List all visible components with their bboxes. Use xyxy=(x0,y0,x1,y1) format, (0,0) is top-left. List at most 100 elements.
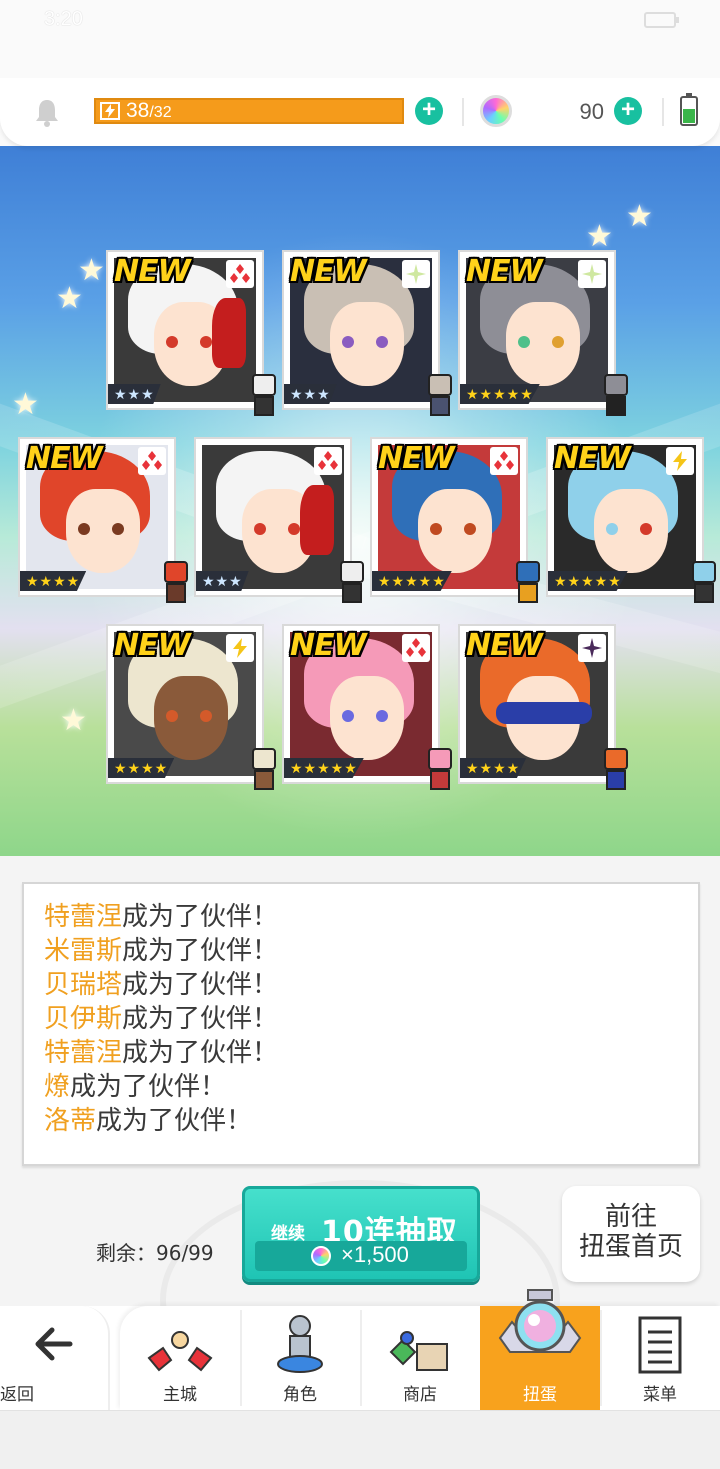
rarity-stars: ★★★★★ xyxy=(284,758,364,778)
new-badge: NEW xyxy=(26,441,103,476)
lightning-element-icon xyxy=(226,634,254,662)
bell-icon[interactable] xyxy=(34,97,60,127)
battery-icon xyxy=(680,93,698,126)
nav-label: 主城 xyxy=(163,1385,197,1405)
fire-element-icon xyxy=(138,447,166,475)
nav-item-menu[interactable]: 菜单 xyxy=(600,1306,720,1410)
remaining-pulls: 剩余：96/99 xyxy=(96,1241,214,1265)
character-card[interactable]: NEW ★★★ xyxy=(282,250,452,416)
system-home-bar xyxy=(0,1410,720,1469)
chibi-sprite xyxy=(158,561,194,609)
fire-element-icon xyxy=(226,260,254,288)
rarity-stars: ★★★ xyxy=(108,384,161,404)
status-bar: 3:20 xyxy=(0,0,720,40)
new-badge: NEW xyxy=(554,441,631,476)
nav-label: 菜单 xyxy=(643,1385,677,1405)
add-gem-button[interactable]: + xyxy=(614,97,642,125)
character-card[interactable]: NEW ★★★★ xyxy=(458,624,628,790)
chibi-sprite xyxy=(598,374,634,422)
light-element-icon xyxy=(578,260,606,288)
light-element-icon xyxy=(402,260,430,288)
new-badge: NEW xyxy=(378,441,455,476)
rarity-stars: ★★★★★ xyxy=(548,571,628,591)
divider xyxy=(462,98,464,126)
chibi-sprite xyxy=(422,374,458,422)
back-button[interactable]: 返回 xyxy=(0,1306,110,1410)
menu-list-icon xyxy=(638,1316,682,1374)
character-card[interactable]: NEW ★★★★ xyxy=(18,437,188,603)
chibi-sprite xyxy=(598,748,634,796)
rarity-stars: ★★★ xyxy=(196,571,249,591)
back-label: 返回 xyxy=(0,1385,34,1405)
gem-count: 90 xyxy=(579,99,604,124)
chibi-sprite xyxy=(246,374,282,422)
character-card[interactable]: NEW ★★★★★ xyxy=(282,624,452,790)
nav-label: 扭蛋 xyxy=(523,1385,557,1405)
rarity-stars: ★★★★ xyxy=(108,758,175,778)
nav-item-shop[interactable]: 商店 xyxy=(360,1306,480,1410)
chibi-sprite xyxy=(422,748,458,796)
fire-element-icon xyxy=(402,634,430,662)
stamina-bar: 38/32 xyxy=(94,98,404,124)
stamina-value: 38/32 xyxy=(126,99,172,122)
star-icon: ★ xyxy=(626,200,653,233)
nav-label: 商店 xyxy=(403,1385,437,1405)
lightning-icon xyxy=(100,102,120,120)
result-line: 特蕾涅成为了伙伴！ xyxy=(44,1038,279,1068)
result-line: 特蕾涅成为了伙伴！ xyxy=(44,902,279,932)
character-icon xyxy=(277,1315,323,1373)
dark-element-icon xyxy=(578,634,606,662)
goto-gacha-home-button[interactable]: 前往 扭蛋首页 xyxy=(562,1186,700,1282)
result-line: 贝瑞塔成为了伙伴！ xyxy=(44,970,279,1000)
new-badge: NEW xyxy=(114,254,191,289)
character-card[interactable]: ★★★ xyxy=(194,437,364,603)
star-icon: ★ xyxy=(586,220,613,253)
new-badge: NEW xyxy=(466,628,543,663)
continue-10-pull-button[interactable]: 继续 10连抽取 ×1,500 xyxy=(242,1186,480,1282)
rainbow-gem-icon xyxy=(311,1246,331,1266)
new-badge: NEW xyxy=(290,254,367,289)
nav-item-gacha[interactable]: 扭蛋 xyxy=(480,1289,600,1410)
result-line: 米雷斯成为了伙伴！ xyxy=(44,936,279,966)
star-icon: ★ xyxy=(56,282,83,315)
result-line: 燎成为了伙伴！ xyxy=(44,1072,227,1102)
character-card[interactable]: NEW ★★★★★ xyxy=(546,437,716,603)
results-panel: 特蕾涅成为了伙伴！ 米雷斯成为了伙伴！ 贝瑞塔成为了伙伴！ 贝伊斯成为了伙伴！ … xyxy=(22,882,700,1166)
add-stamina-button[interactable]: + xyxy=(415,97,443,125)
resource-bar: 38/32 + 90 + xyxy=(0,78,720,146)
result-line: 洛蒂成为了伙伴！ xyxy=(44,1106,253,1136)
nav-label: 角色 xyxy=(283,1385,317,1405)
chibi-sprite xyxy=(686,561,720,609)
result-line: 贝伊斯成为了伙伴！ xyxy=(44,1004,279,1034)
nav-item-main-city[interactable]: 主城 xyxy=(120,1306,240,1410)
character-card[interactable]: NEW ★★★★★ xyxy=(458,250,628,416)
fire-element-icon xyxy=(490,447,518,475)
arrow-left-icon xyxy=(35,1327,73,1361)
new-badge: NEW xyxy=(466,254,543,289)
new-badge: NEW xyxy=(290,628,367,663)
chibi-sprite xyxy=(246,748,282,796)
status-battery-icon xyxy=(644,12,679,28)
star-icon: ★ xyxy=(12,388,39,421)
character-card[interactable]: NEW ★★★ xyxy=(106,250,276,416)
rarity-stars: ★★★★ xyxy=(20,571,87,591)
divider xyxy=(662,98,664,126)
shop-icon xyxy=(389,1331,448,1371)
rarity-stars: ★★★★ xyxy=(460,758,527,778)
gacha-orb-icon xyxy=(498,1289,582,1353)
rainbow-gem-icon xyxy=(480,95,512,127)
lightning-element-icon xyxy=(666,447,694,475)
character-card[interactable]: NEW ★★★★★ xyxy=(370,437,540,603)
star-icon: ★ xyxy=(78,254,105,287)
new-badge: NEW xyxy=(114,628,191,663)
pull-cost: ×1,500 xyxy=(255,1241,467,1271)
rarity-stars: ★★★★★ xyxy=(460,384,540,404)
chibi-sprite xyxy=(334,561,370,609)
rarity-stars: ★★★★★ xyxy=(372,571,452,591)
fire-element-icon xyxy=(314,447,342,475)
main-city-icon xyxy=(147,1331,213,1372)
nav-item-characters[interactable]: 角色 xyxy=(240,1306,360,1410)
character-card[interactable]: NEW ★★★★ xyxy=(106,624,276,790)
chibi-sprite xyxy=(510,561,546,609)
status-time: 3:20 xyxy=(44,8,83,30)
